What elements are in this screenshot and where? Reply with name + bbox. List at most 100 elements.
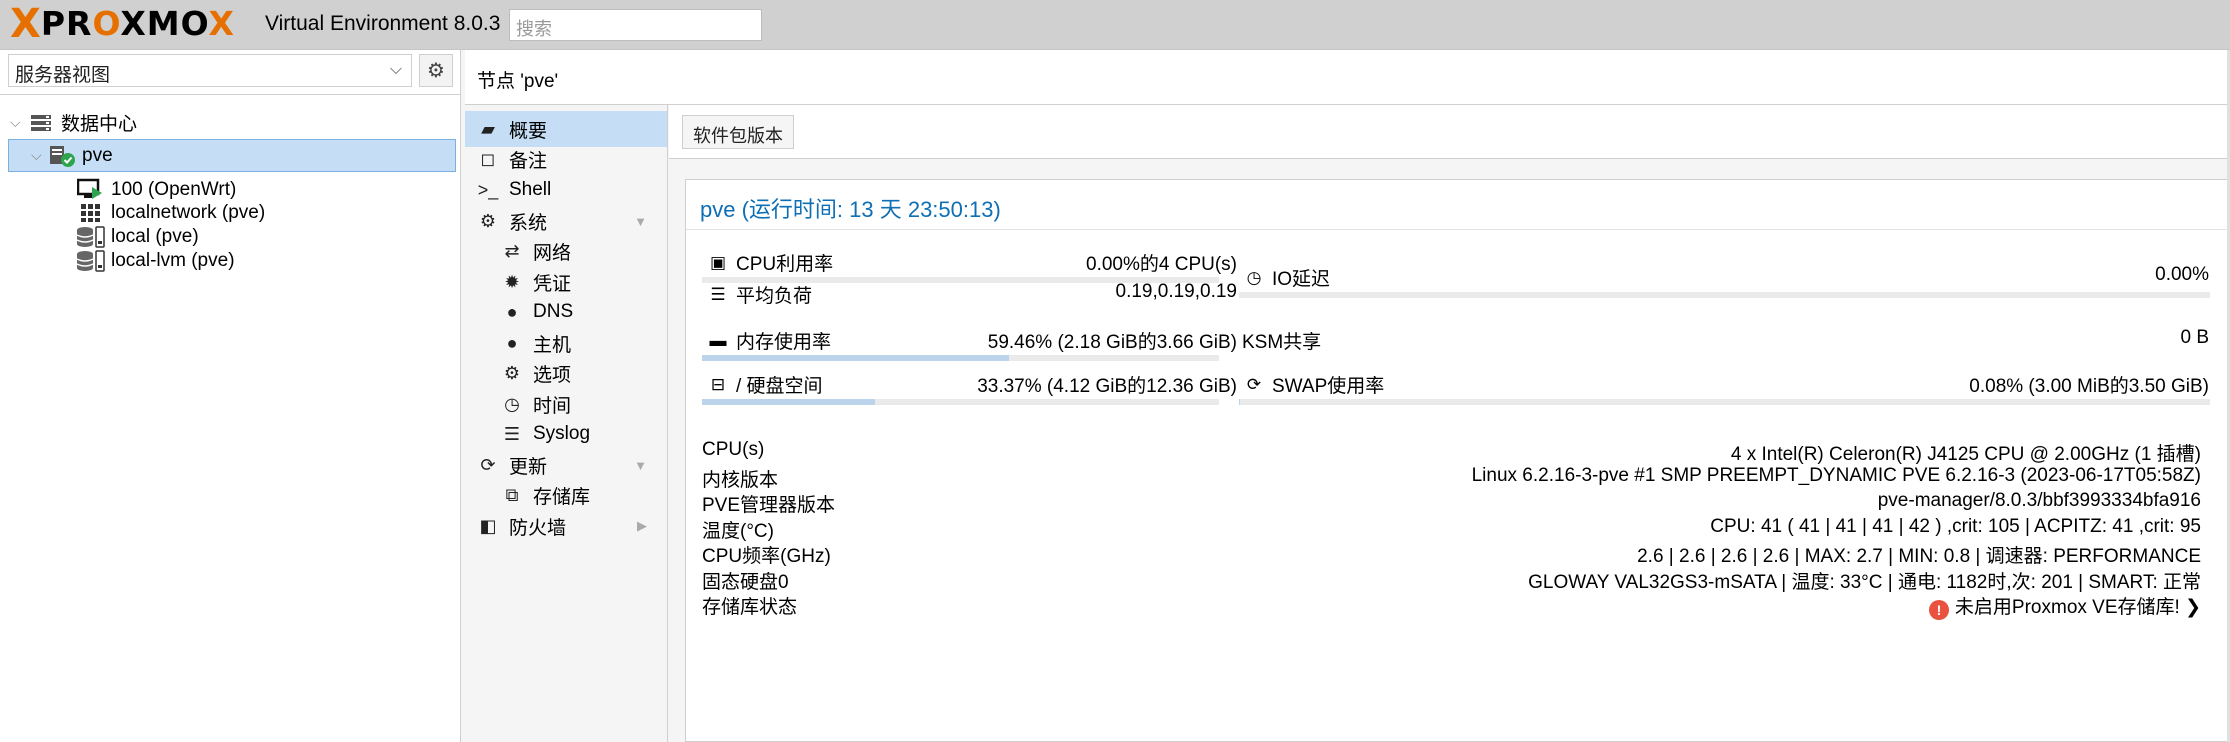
tree-item-local-lvm[interactable]: local-lvm (pve) <box>0 244 460 277</box>
view-selector[interactable]: 服务器视图 ⌵ <box>8 54 412 87</box>
info-key: 存储库状态 <box>702 597 798 618</box>
chevron-down-icon: ⌵ <box>389 61 402 78</box>
nav-item-label: Syslog <box>533 423 591 444</box>
nav-item-label: DNS <box>533 301 574 322</box>
tree-item-label: pve <box>82 144 113 166</box>
globe-icon: ● <box>506 301 518 322</box>
info-key: 内核版本 <box>702 470 779 491</box>
nav-item-label: 防火墙 <box>509 517 567 539</box>
nav-item-label: 备注 <box>509 150 548 172</box>
nav-item-label: 时间 <box>533 395 572 417</box>
certificate-icon: ✹ <box>504 271 520 292</box>
refresh-icon: ⟳ <box>480 454 496 475</box>
content-header: 节点 'pve' <box>465 50 2230 105</box>
refresh-icon: ⟳ <box>1246 374 1262 394</box>
list-icon: ☰ <box>503 423 521 444</box>
logo-wordmark: PROXMOX <box>40 4 235 43</box>
disk-usage-metric: ⊟ / 硬盘空间 33.37% (4.12 GiB的12.36 GiB) <box>706 371 1237 401</box>
summary-toolbar: 软件包版本 <box>669 105 2230 159</box>
info-value: Linux 6.2.16-3-pve #1 SMP PREEMPT_DYNAMI… <box>1471 465 2201 486</box>
cpu-chip-icon: ▣ <box>709 252 727 272</box>
info-key: PVE管理器版本 <box>702 495 836 516</box>
nav-item-label: 主机 <box>533 334 572 356</box>
warning-icon: ! <box>1928 600 1949 620</box>
metric-value: 59.46% (2.18 GiB的3.66 GiB) <box>987 332 1237 353</box>
nav-item-label: Shell <box>509 179 552 200</box>
info-value: pve-manager/8.0.3/bbf3993334bfa916 <box>1877 490 2201 511</box>
tree-item-node-pve[interactable]: ⌵ pve <box>8 139 456 172</box>
shield-icon: ◧ <box>479 515 497 536</box>
info-key: 温度(°C) <box>702 521 774 542</box>
storage-icon <box>76 249 106 273</box>
info-value: 2.6 | 2.6 | 2.6 | 2.6 | MAX: 2.7 | MIN: … <box>1637 546 2201 567</box>
clock-icon: ◷ <box>504 393 520 414</box>
metric-value: 0.08% (3.00 MiB的3.50 GiB) <box>1969 376 2209 397</box>
collapse-icon[interactable]: ⌵ <box>31 147 47 164</box>
info-value: 4 x Intel(R) Celeron(R) J4125 CPU @ 2.00… <box>1730 444 2201 465</box>
status-panel: pve (运行时间: 13 天 23:50:13) ▣ CPU利用率 0.00%的… <box>685 179 2230 742</box>
ksm-sharing-metric: KSM共享 0 B <box>1242 327 2209 357</box>
swap-usage-metric: ⟳ SWAP使用率 0.08% (3.00 MiB的3.50 GiB) <box>1242 371 2209 401</box>
nav-item-label: 更新 <box>509 456 548 478</box>
info-row-repository-status[interactable]: 存储库状态 ! 未启用Proxmox VE存储库! ❯ <box>702 592 2201 620</box>
info-key: CPU(s) <box>702 439 765 460</box>
bar-fill <box>702 399 875 405</box>
hdd-icon: ⊟ <box>710 374 726 394</box>
global-search-input[interactable]: 搜索 <box>509 9 762 41</box>
info-row-pve-manager: PVE管理器版本 pve-manager/8.0.3/bbf3993334bfa9… <box>702 490 2201 518</box>
expand-arrow-icon[interactable]: ▶ <box>637 518 647 534</box>
disk-usage-bar <box>702 399 1219 405</box>
metric-value: 0.00%的4 CPU(s) <box>1086 254 1237 275</box>
package-versions-button[interactable]: 软件包版本 <box>682 115 794 149</box>
collapse-icon[interactable]: ⌵ <box>10 114 26 131</box>
gear-icon: ⚙ <box>427 60 445 82</box>
repository-status-value[interactable]: ! 未启用Proxmox VE存储库! ❯ <box>1928 592 2201 620</box>
io-delay-bar <box>1239 292 2210 298</box>
exchange-icon: ⇄ <box>504 240 520 261</box>
bar-fill <box>1239 399 1240 405</box>
nav-item-label: 选项 <box>533 364 572 386</box>
info-row-ssd: 固态硬盘0 GLOWAY VAL32GS3-mSATA | 温度: 33°C | … <box>702 567 2201 595</box>
load-average-metric: ☰ 平均负荷 0.19,0.19,0.19 <box>706 281 1237 311</box>
info-value: 未启用Proxmox VE存储库! <box>1954 597 2180 618</box>
summary-main: 软件包版本 pve (运行时间: 13 天 23:50:13) ▣ CPU利用率 … <box>669 105 2230 742</box>
metric-label: CPU利用率 <box>736 254 834 275</box>
metric-label: 内存使用率 <box>736 332 832 353</box>
cpu-usage-metric: ▣ CPU利用率 0.00%的4 CPU(s) <box>706 249 1237 279</box>
nav-item-label: 存储库 <box>533 486 591 508</box>
server-icon: ☰ <box>710 284 726 304</box>
metric-label: KSM共享 <box>1242 332 1322 353</box>
metric-value: 0.19,0.19,0.19 <box>1115 281 1238 302</box>
files-icon: ⧉ <box>505 484 519 505</box>
app-version-title: Virtual Environment 8.0.3 <box>265 12 501 35</box>
metric-label: SWAP使用率 <box>1272 376 1385 397</box>
page-title: 节点 'pve' <box>477 71 559 92</box>
expand-arrow-icon[interactable]: ▼ <box>634 458 647 473</box>
nav-item-label: 系统 <box>509 212 548 234</box>
tree-settings-button[interactable]: ⚙ <box>419 54 453 87</box>
metric-value: 33.37% (4.12 GiB的12.36 GiB) <box>977 376 1237 397</box>
chevron-right-icon: ❯ <box>2185 597 2201 618</box>
expand-arrow-icon[interactable]: ▼ <box>634 214 647 229</box>
info-key: CPU频率(GHz) <box>702 546 831 567</box>
io-delay-metric: ◷ IO延迟 0.00% <box>1242 264 2209 294</box>
bar-fill <box>702 355 1010 361</box>
book-icon: ▰ <box>481 118 495 139</box>
info-value: CPU: 41 ( 41 | 41 | 41 | 42 ) ,crit: 105… <box>1710 516 2201 537</box>
info-value: GLOWAY VAL32GS3-mSATA | 温度: 33°C | 通电: 1… <box>1528 572 2201 593</box>
swap-usage-bar <box>1239 399 2210 405</box>
metric-value: 0.00% <box>2155 264 2209 285</box>
nav-item-firewall[interactable]: ◧ 防火墙 ▶ <box>465 508 667 544</box>
proxmox-logo[interactable]: X PROXMOX <box>10 4 235 44</box>
tree-item-label: 数据中心 <box>61 114 138 135</box>
status-panel-title: pve (运行时间: 13 天 23:50:13) <box>686 180 2230 230</box>
nav-item-label: 网络 <box>533 242 572 264</box>
nav-item-label: 凭证 <box>533 273 572 295</box>
top-header: X PROXMOX Virtual Environment 8.0.3 搜索 <box>0 0 2230 50</box>
memory-usage-bar <box>702 355 1219 361</box>
info-row-cpu-frequency: CPU频率(GHz) 2.6 | 2.6 | 2.6 | 2.6 | MAX: 2… <box>702 541 2201 569</box>
nav-item-label: 概要 <box>509 120 548 142</box>
tree-item-datacenter[interactable]: ⌵ 数据中心 <box>0 106 460 139</box>
resource-tree: ⌵ 数据中心 ⌵ pve 100 (OpenWrt) localnetwork … <box>0 94 460 742</box>
metric-label: / 硬盘空间 <box>736 376 823 397</box>
